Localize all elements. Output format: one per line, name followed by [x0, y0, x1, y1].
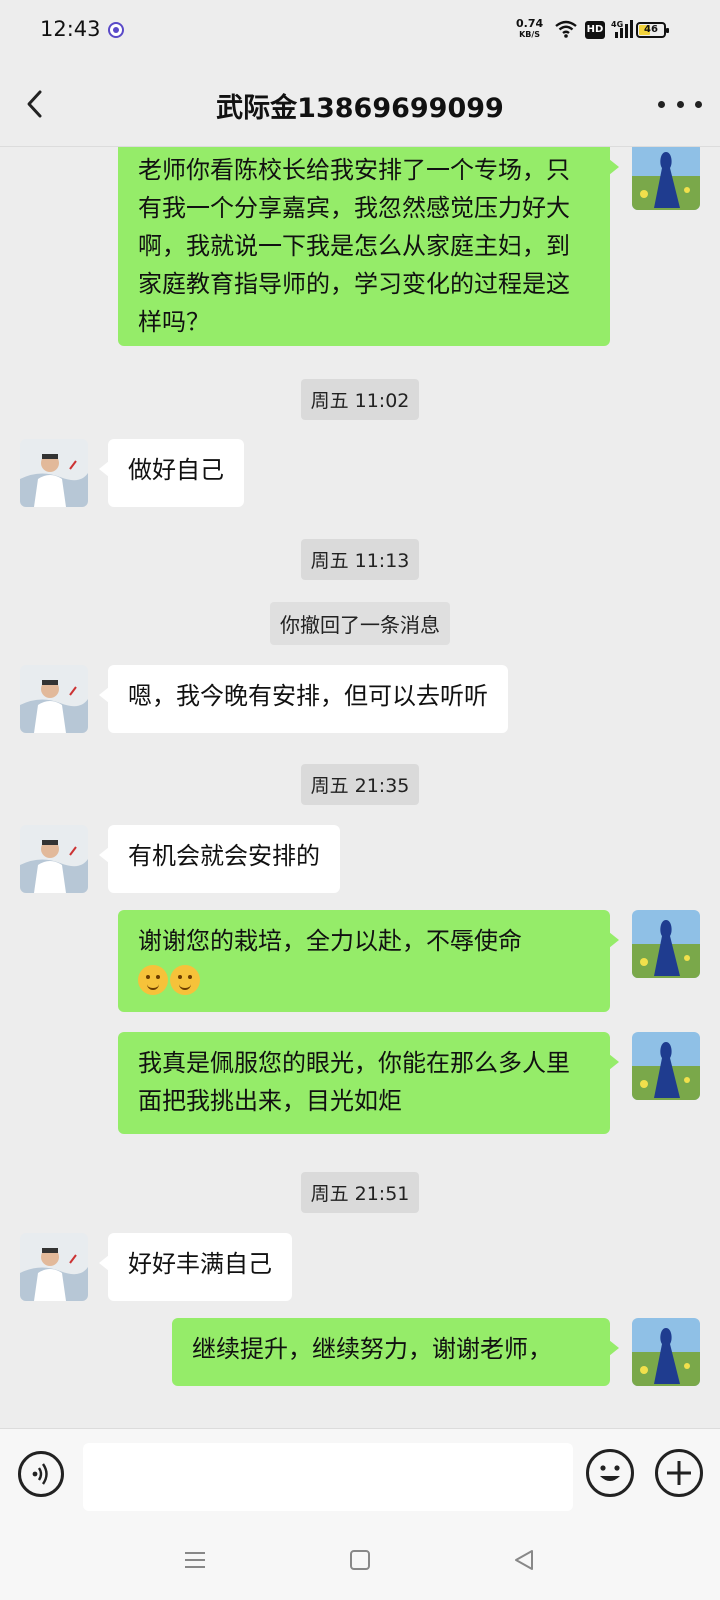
timestamp-text: 周五 21:51 — [300, 1172, 420, 1213]
message-bubble-sent[interactable]: 继续提升，继续努力，谢谢老师， — [172, 1318, 619, 1386]
my-avatar[interactable] — [632, 147, 700, 210]
chat-title: 武际金13869699099 — [216, 93, 504, 124]
timestamp-text: 周五 11:02 — [300, 379, 420, 420]
contact-avatar[interactable] — [20, 439, 88, 507]
message-bubble-received[interactable]: 好好丰满自己 — [99, 1233, 292, 1301]
status-time: 12:43 — [40, 17, 101, 41]
message-list[interactable]: 老师你看陈校长给我安排了一个专场，只有我一个分享嘉宾，我忽然感觉压力好大啊，我就… — [0, 147, 720, 1427]
back-triangle-icon[interactable] — [512, 1548, 536, 1572]
emoji-hug-icon — [138, 965, 168, 995]
contact-avatar[interactable] — [20, 1233, 88, 1301]
battery-level: 46 — [644, 24, 658, 35]
notification-app-icon — [108, 22, 124, 38]
message-bubble-sent[interactable]: 老师你看陈校长给我安排了一个专场，只有我一个分享嘉宾，我忽然感觉压力好大啊，我就… — [118, 147, 619, 346]
signal-icon: 4G — [611, 18, 633, 44]
timestamp: 周五 11:02 — [0, 379, 720, 420]
emoji-thinking-icon — [170, 965, 200, 995]
message-bubble-sent[interactable]: 谢谢您的栽培，全力以赴，不辱使命 — [118, 910, 619, 1012]
my-avatar[interactable] — [632, 1318, 700, 1386]
contact-avatar[interactable] — [20, 665, 88, 733]
voice-icon[interactable] — [18, 1451, 64, 1497]
message-bubble-sent[interactable]: 我真是佩服您的眼光，你能在那么多人里面把我挑出来，目光如炬 — [118, 1032, 619, 1134]
network-speed-unit: KB/S — [519, 30, 541, 39]
contact-avatar[interactable] — [20, 825, 88, 893]
my-avatar[interactable] — [632, 910, 700, 978]
more-dots-icon[interactable] — [658, 92, 702, 116]
message-bubble-received[interactable]: 嗯，我今晚有安排，但可以去听听 — [99, 665, 508, 733]
input-bar — [0, 1428, 720, 1529]
status-bar: 12:43 0.74 KB/S HD 4G 46 — [0, 0, 720, 62]
wifi-icon — [555, 20, 577, 38]
signal-generation: 4G — [611, 20, 624, 29]
message-bubble-received[interactable]: 做好自己 — [99, 439, 244, 507]
recall-notice: 你撤回了一条消息 — [0, 602, 720, 645]
system-nav-bar — [0, 1528, 720, 1600]
recent-apps-icon[interactable] — [183, 1550, 207, 1570]
network-speed: 0.74 KB/S — [516, 18, 543, 40]
home-icon[interactable] — [350, 1550, 370, 1570]
message-input[interactable] — [83, 1443, 573, 1511]
battery-icon: 46 — [636, 22, 669, 38]
timestamp: 周五 21:51 — [0, 1172, 720, 1213]
timestamp: 周五 21:35 — [0, 764, 720, 805]
emoji-icon[interactable] — [586, 1449, 634, 1497]
timestamp: 周五 11:13 — [0, 539, 720, 580]
message-bubble-received[interactable]: 有机会就会安排的 — [99, 825, 340, 893]
timestamp-text: 周五 21:35 — [300, 764, 420, 805]
recall-notice-text: 你撤回了一条消息 — [270, 602, 450, 645]
timestamp-text: 周五 11:13 — [300, 539, 420, 580]
message-text: 谢谢您的栽培，全力以赴，不辱使命 — [138, 927, 522, 955]
hd-icon: HD — [585, 21, 605, 39]
my-avatar[interactable] — [632, 1032, 700, 1100]
chat-header: 武际金13869699099 — [0, 62, 720, 147]
plus-icon[interactable] — [655, 1449, 703, 1497]
